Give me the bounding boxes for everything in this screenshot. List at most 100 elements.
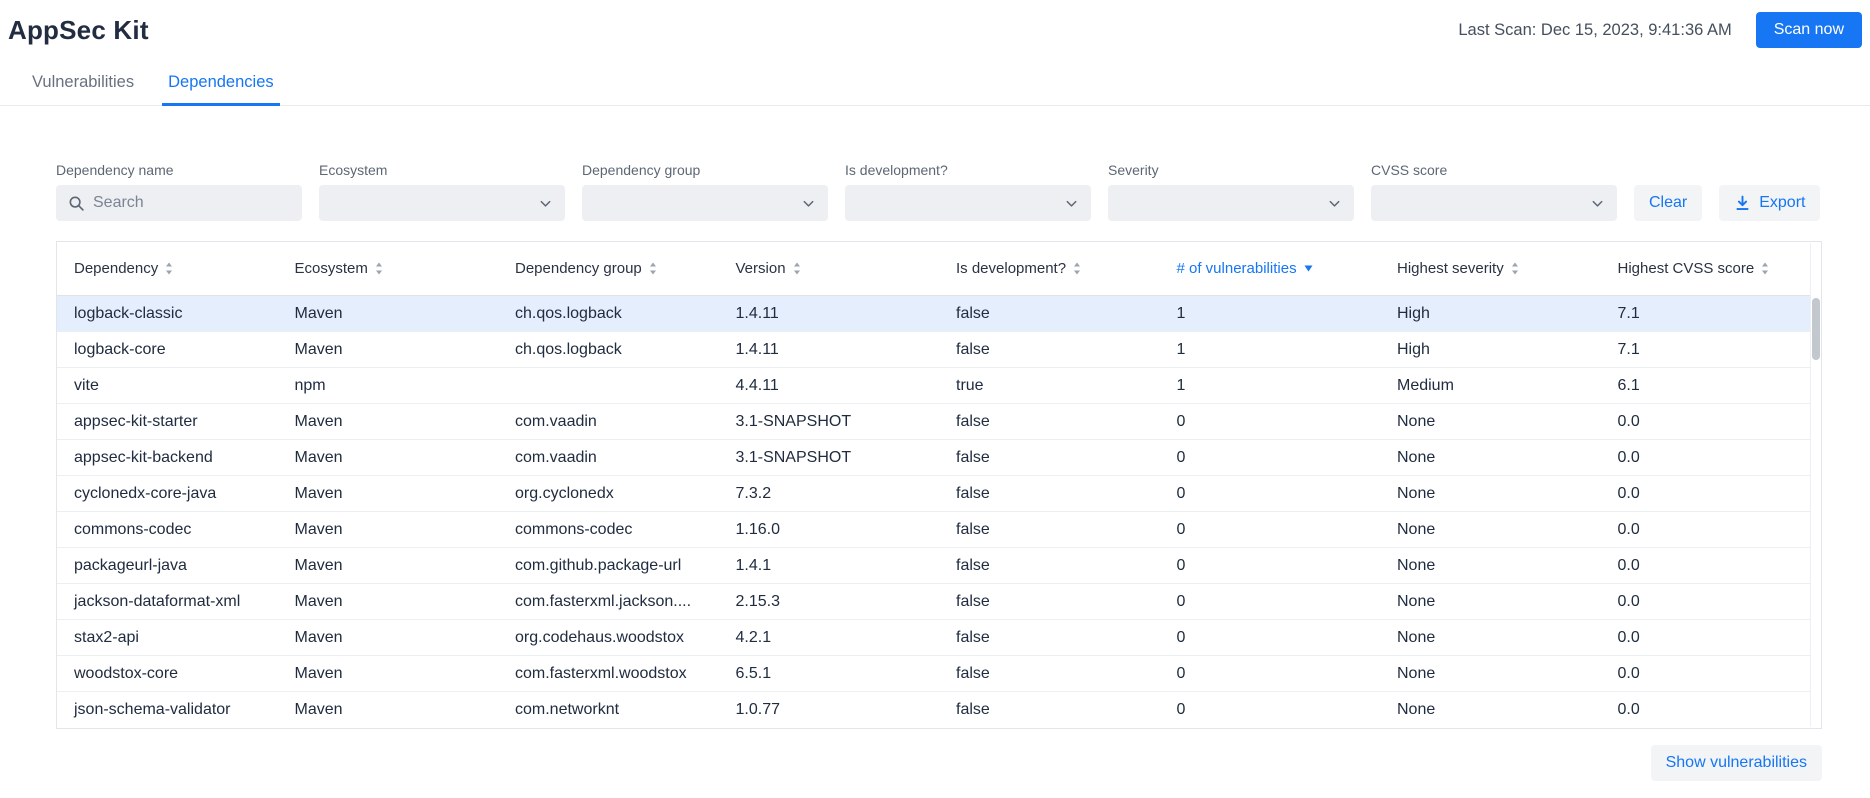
column-header-ecosystem[interactable]: Ecosystem [278,260,499,277]
table-row[interactable]: stax2-api Maven org.codehaus.woodstox 4.… [57,620,1821,656]
cell-version: 4.4.11 [719,377,940,395]
sort-icon [1511,262,1519,275]
dependency-name-field: Dependency name [56,162,302,221]
cell-highest-cvss-score: 0.0 [1601,413,1822,431]
sort-icon [649,262,657,275]
cell-ecosystem: Maven [278,341,499,359]
search-input-box[interactable] [56,185,302,221]
cell-is-development: true [939,377,1160,395]
cell-dependency: packageurl-java [57,557,278,575]
table-row[interactable]: vite npm 4.4.11 true 1 Medium 6.1 [57,368,1821,404]
search-input[interactable] [93,194,290,212]
cvss-score-select[interactable] [1371,185,1617,221]
scan-now-button[interactable]: Scan now [1756,12,1862,48]
cell-is-development: false [939,665,1160,683]
cell-is-development: false [939,449,1160,467]
cell-dependency: appsec-kit-starter [57,413,278,431]
cell-ecosystem: Maven [278,305,499,323]
table-row[interactable]: logback-classic Maven ch.qos.logback 1.4… [57,296,1821,332]
dependency-group-select[interactable] [582,185,828,221]
is-development-select[interactable] [845,185,1091,221]
tab-dependencies[interactable]: Dependencies [162,62,280,106]
table-row[interactable]: jackson-dataformat-xml Maven com.fasterx… [57,584,1821,620]
cell-ecosystem: Maven [278,413,499,431]
cell-highest-cvss-score: 0.0 [1601,485,1822,503]
table-row[interactable]: woodstox-core Maven com.fasterxml.woodst… [57,656,1821,692]
column-header-version[interactable]: Version [719,260,940,277]
cell-ecosystem: npm [278,377,499,395]
table-row[interactable]: packageurl-java Maven com.github.package… [57,548,1821,584]
cell-vulnerabilities: 0 [1160,521,1381,539]
table-row[interactable]: appsec-kit-backend Maven com.vaadin 3.1-… [57,440,1821,476]
cell-dependency: appsec-kit-backend [57,449,278,467]
show-vulnerabilities-button[interactable]: Show vulnerabilities [1651,745,1822,781]
severity-select[interactable] [1108,185,1354,221]
sort-icon [793,262,801,275]
column-header-dependency-group[interactable]: Dependency group [498,260,719,277]
severity-field: Severity [1108,162,1354,221]
sort-icon [1073,262,1081,275]
column-header-highest-severity[interactable]: Highest severity [1380,260,1601,277]
chevron-down-icon [801,196,816,211]
cell-ecosystem: Maven [278,701,499,719]
cell-version: 1.0.77 [719,701,940,719]
cell-version: 7.3.2 [719,485,940,503]
table-row[interactable]: appsec-kit-starter Maven com.vaadin 3.1-… [57,404,1821,440]
cell-highest-severity: None [1380,413,1601,431]
cell-highest-cvss-score: 0.0 [1601,629,1822,647]
cell-is-development: false [939,341,1160,359]
tab-vulnerabilities[interactable]: Vulnerabilities [26,62,140,106]
app-header: AppSec Kit Last Scan: Dec 15, 2023, 9:41… [0,0,1870,48]
table-footer: Show vulnerabilities [56,745,1822,781]
cell-highest-severity: None [1380,557,1601,575]
cell-highest-cvss-score: 0.0 [1601,449,1822,467]
cell-ecosystem: Maven [278,449,499,467]
table-row[interactable]: json-schema-validator Maven com.networkn… [57,692,1821,728]
cell-vulnerabilities: 0 [1160,593,1381,611]
tab-bar: Vulnerabilities Dependencies [0,62,1870,106]
cell-dependency: jackson-dataformat-xml [57,593,278,611]
cell-dependency: logback-classic [57,305,278,323]
column-header-dependency[interactable]: Dependency [57,260,278,277]
cell-vulnerabilities: 1 [1160,341,1381,359]
table-row[interactable]: cyclonedx-core-java Maven org.cyclonedx … [57,476,1821,512]
last-scan-text: Last Scan: Dec 15, 2023, 9:41:36 AM [1458,21,1731,40]
cell-vulnerabilities: 0 [1160,449,1381,467]
column-header-is-development[interactable]: Is development? [939,260,1160,277]
cell-is-development: false [939,521,1160,539]
scrollbar-thumb[interactable] [1812,298,1820,360]
cell-is-development: false [939,485,1160,503]
export-button[interactable]: Export [1719,185,1820,221]
chevron-down-icon [1064,196,1079,211]
cell-vulnerabilities: 0 [1160,665,1381,683]
cell-vulnerabilities: 1 [1160,377,1381,395]
cell-dependency-group: com.vaadin [498,413,719,431]
table-row[interactable]: commons-codec Maven commons-codec 1.16.0… [57,512,1821,548]
cell-dependency-group: com.github.package-url [498,557,719,575]
chevron-down-icon [1590,196,1605,211]
dependency-group-label: Dependency group [582,162,828,178]
cell-dependency-group: ch.qos.logback [498,341,719,359]
cell-highest-cvss-score: 0.0 [1601,521,1822,539]
cell-is-development: false [939,593,1160,611]
cell-ecosystem: Maven [278,557,499,575]
cell-ecosystem: Maven [278,629,499,647]
column-header-highest-cvss-score[interactable]: Highest CVSS score [1601,260,1822,277]
table-scrollbar[interactable] [1810,243,1821,727]
table-row[interactable]: logback-core Maven ch.qos.logback 1.4.11… [57,332,1821,368]
ecosystem-label: Ecosystem [319,162,565,178]
cell-version: 1.4.11 [719,341,940,359]
clear-button[interactable]: Clear [1634,185,1702,221]
cell-version: 1.16.0 [719,521,940,539]
sort-desc-icon [1304,265,1313,272]
cell-highest-severity: None [1380,521,1601,539]
cell-dependency: woodstox-core [57,665,278,683]
cell-version: 3.1-SNAPSHOT [719,413,940,431]
column-header-vulnerabilities[interactable]: # of vulnerabilities [1160,260,1381,277]
cell-highest-cvss-score: 0.0 [1601,593,1822,611]
ecosystem-select[interactable] [319,185,565,221]
cell-highest-cvss-score: 0.0 [1601,665,1822,683]
sort-icon [375,262,383,275]
cvss-score-label: CVSS score [1371,162,1617,178]
cell-is-development: false [939,701,1160,719]
